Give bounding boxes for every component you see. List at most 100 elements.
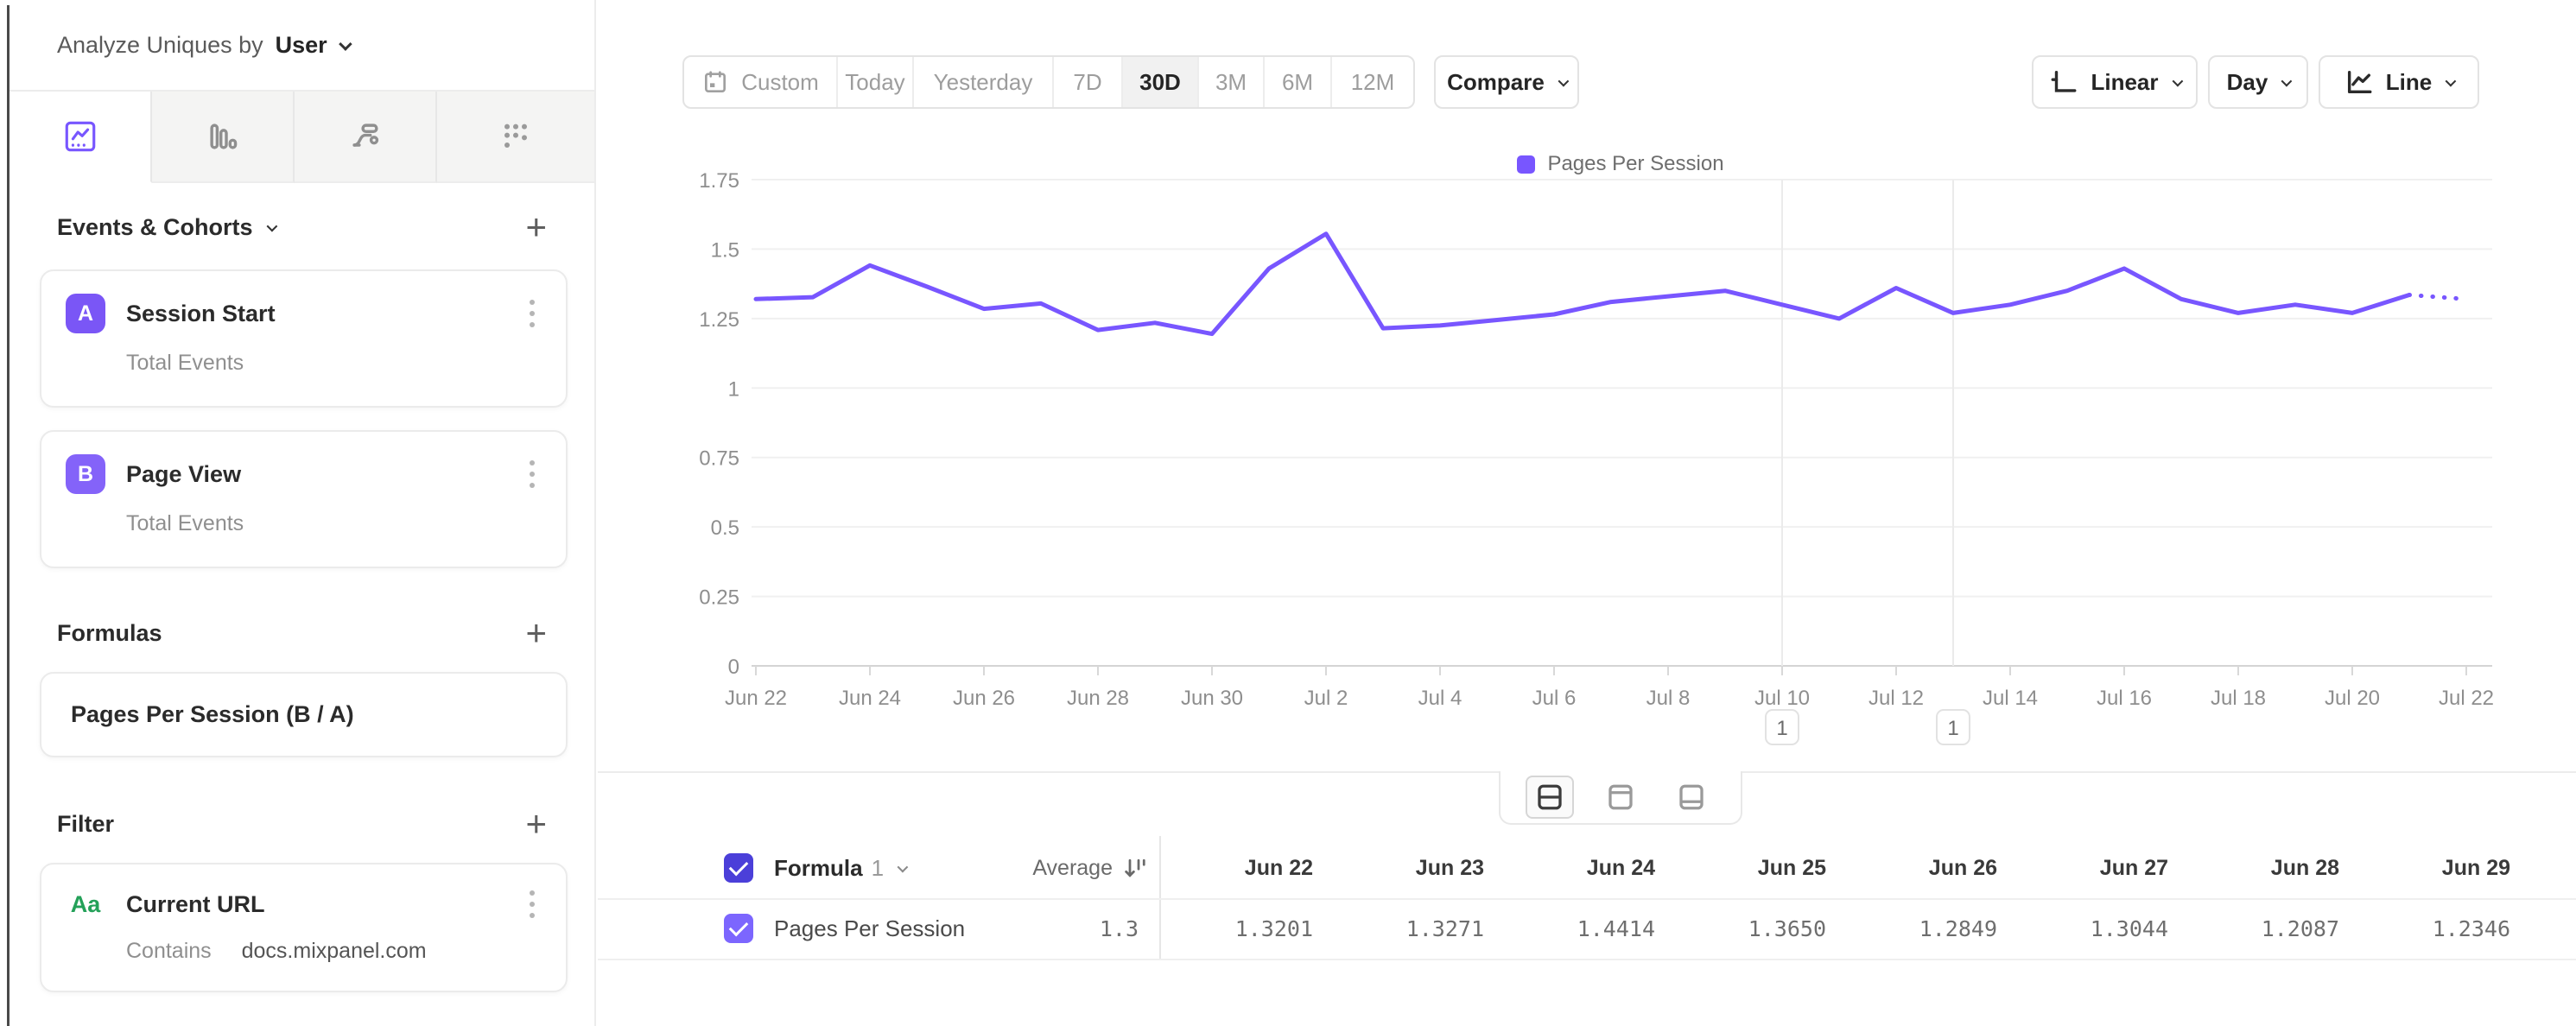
event-title[interactable]: Page View: [126, 461, 241, 488]
kebab-menu-icon[interactable]: [523, 457, 542, 491]
col-header[interactable]: Jun 23: [1332, 838, 1503, 898]
analyze-header: Analyze Uniques by User: [10, 0, 594, 92]
event-card-page-view[interactable]: B Page View Total Events: [40, 430, 568, 568]
cell-value: 1.2346: [2358, 898, 2529, 959]
svg-text:Jul 2: Jul 2: [1304, 687, 1348, 710]
formulas-section-header: Formulas +: [40, 610, 568, 656]
tab-flow[interactable]: [295, 92, 437, 183]
event-card-session-start[interactable]: A Session Start Total Events: [40, 269, 568, 408]
svg-text:Jul 14: Jul 14: [1983, 687, 2038, 710]
average-column-header[interactable]: Average: [1032, 856, 1113, 881]
series-checkbox[interactable]: [724, 914, 753, 943]
layout-split-button[interactable]: [1526, 776, 1574, 819]
col-header[interactable]: Jun 24: [1503, 838, 1674, 898]
series-name[interactable]: Pages Per Session: [774, 915, 965, 942]
range-12m[interactable]: 12M: [1332, 57, 1413, 107]
filter-card-current-url[interactable]: Aa Current URL Contains docs.mixpanel.co…: [40, 863, 568, 992]
svg-text:0: 0: [728, 656, 739, 679]
events-section-title[interactable]: Events & Cohorts: [57, 214, 253, 241]
layout-table-button[interactable]: [1667, 776, 1716, 819]
svg-text:1: 1: [728, 377, 739, 401]
sort-descending-icon[interactable]: [1121, 855, 1147, 881]
cell-value: 1.2849: [1845, 898, 2016, 959]
tab-bar-chart[interactable]: [152, 92, 295, 183]
col-header[interactable]: Jun 22: [1161, 838, 1332, 898]
range-7d[interactable]: 7D: [1054, 57, 1123, 107]
table-row-values: 1.3201 1.3271 1.4414 1.3650 1.2849 1.304…: [1161, 898, 2529, 959]
visualization-tabbar: [10, 92, 594, 183]
chevron-down-icon[interactable]: [339, 37, 352, 51]
tab-grid[interactable]: [437, 92, 594, 183]
kebab-menu-icon[interactable]: [523, 296, 542, 331]
svg-text:Jul 22: Jul 22: [2439, 687, 2494, 710]
col-header[interactable]: Jun 27: [2016, 838, 2187, 898]
bar-chart-icon: [206, 119, 240, 154]
cell-value: 1.2087: [2187, 898, 2358, 959]
svg-text:1.5: 1.5: [711, 238, 739, 262]
svg-text:0.5: 0.5: [711, 516, 739, 540]
range-30d[interactable]: 30D: [1123, 57, 1199, 107]
add-event-button[interactable]: +: [525, 209, 547, 245]
select-all-checkbox[interactable]: [724, 853, 753, 883]
cell-value: 1.3271: [1332, 898, 1503, 959]
grid-dots-icon: [498, 119, 533, 154]
formula-title[interactable]: Pages Per Session (B / A): [71, 701, 354, 728]
svg-text:Jul 6: Jul 6: [1532, 687, 1577, 710]
svg-text:Jul 4: Jul 4: [1418, 687, 1462, 710]
filter-property-title[interactable]: Current URL: [126, 891, 265, 918]
chevron-down-icon[interactable]: [266, 220, 277, 231]
formula-column-header[interactable]: Formula1: [774, 855, 884, 882]
svg-text:Jul 16: Jul 16: [2097, 687, 2152, 710]
layout-chart-button[interactable]: [1596, 776, 1645, 819]
table-bottom-divider: [598, 959, 2576, 960]
col-header[interactable]: Jun 29: [2358, 838, 2529, 898]
svg-text:Jul 18: Jul 18: [2211, 687, 2266, 710]
range-yesterday[interactable]: Yesterday: [914, 57, 1054, 107]
analyze-label: Analyze Uniques by: [57, 32, 263, 59]
filter-operator[interactable]: Contains: [126, 939, 212, 963]
table-row: Pages Per Session 1.3: [724, 898, 1159, 959]
chevron-down-icon[interactable]: [898, 861, 909, 872]
cell-value: 1.3044: [2016, 898, 2187, 959]
svg-text:Jun 30: Jun 30: [1181, 687, 1243, 710]
scale-linear-button[interactable]: Linear: [2032, 55, 2198, 109]
svg-text:Jul 8: Jul 8: [1646, 687, 1691, 710]
event-measure[interactable]: Total Events: [126, 351, 542, 376]
event-title[interactable]: Session Start: [126, 301, 276, 327]
kebab-menu-icon[interactable]: [523, 887, 542, 922]
events-section-header: Events & Cohorts +: [40, 204, 568, 250]
add-filter-button[interactable]: +: [525, 806, 547, 842]
range-custom[interactable]: Custom: [684, 57, 838, 107]
range-3m[interactable]: 3M: [1199, 57, 1265, 107]
formulas-section-title: Formulas: [57, 620, 162, 647]
cell-value: 1.4414: [1503, 898, 1674, 959]
table-header-row: Formula1 Average: [724, 838, 1159, 898]
tab-insights-line[interactable]: [10, 92, 152, 183]
line-chart[interactable]: 1.751.51.2510.750.50.25011Jun 22Jun 24Ju…: [596, 147, 2576, 764]
add-formula-button[interactable]: +: [525, 615, 547, 651]
query-builder-sidebar: Analyze Uniques by User: [10, 0, 596, 1026]
analyze-value-dropdown[interactable]: User: [276, 32, 327, 59]
event-measure[interactable]: Total Events: [126, 511, 542, 536]
range-6m[interactable]: 6M: [1265, 57, 1332, 107]
col-header[interactable]: Jun 25: [1674, 838, 1845, 898]
line-chart-icon: [2344, 67, 2374, 97]
svg-text:Jun 24: Jun 24: [839, 687, 901, 710]
chart-type-line-button[interactable]: Line: [2319, 55, 2479, 109]
table-date-headers: Jun 22 Jun 23 Jun 24 Jun 25 Jun 26 Jun 2…: [1161, 838, 2529, 898]
svg-text:Jun 28: Jun 28: [1067, 687, 1129, 710]
col-header[interactable]: Jun 28: [2187, 838, 2358, 898]
event-letter-badge: A: [66, 294, 105, 333]
formula-card[interactable]: Pages Per Session (B / A): [40, 672, 568, 757]
range-today[interactable]: Today: [838, 57, 914, 107]
svg-text:0.75: 0.75: [699, 447, 739, 471]
date-range-selector: Custom Today Yesterday 7D 30D 3M 6M 12M: [682, 55, 1415, 109]
interval-day-button[interactable]: Day: [2208, 55, 2308, 109]
filter-value[interactable]: docs.mixpanel.com: [242, 939, 427, 963]
svg-text:0.25: 0.25: [699, 586, 739, 610]
svg-text:Jun 22: Jun 22: [725, 687, 787, 710]
compare-button[interactable]: Compare: [1434, 55, 1579, 109]
col-header[interactable]: Jun 26: [1845, 838, 2016, 898]
svg-text:Jul 12: Jul 12: [1869, 687, 1924, 710]
layout-toggle-group: [1499, 771, 1742, 825]
